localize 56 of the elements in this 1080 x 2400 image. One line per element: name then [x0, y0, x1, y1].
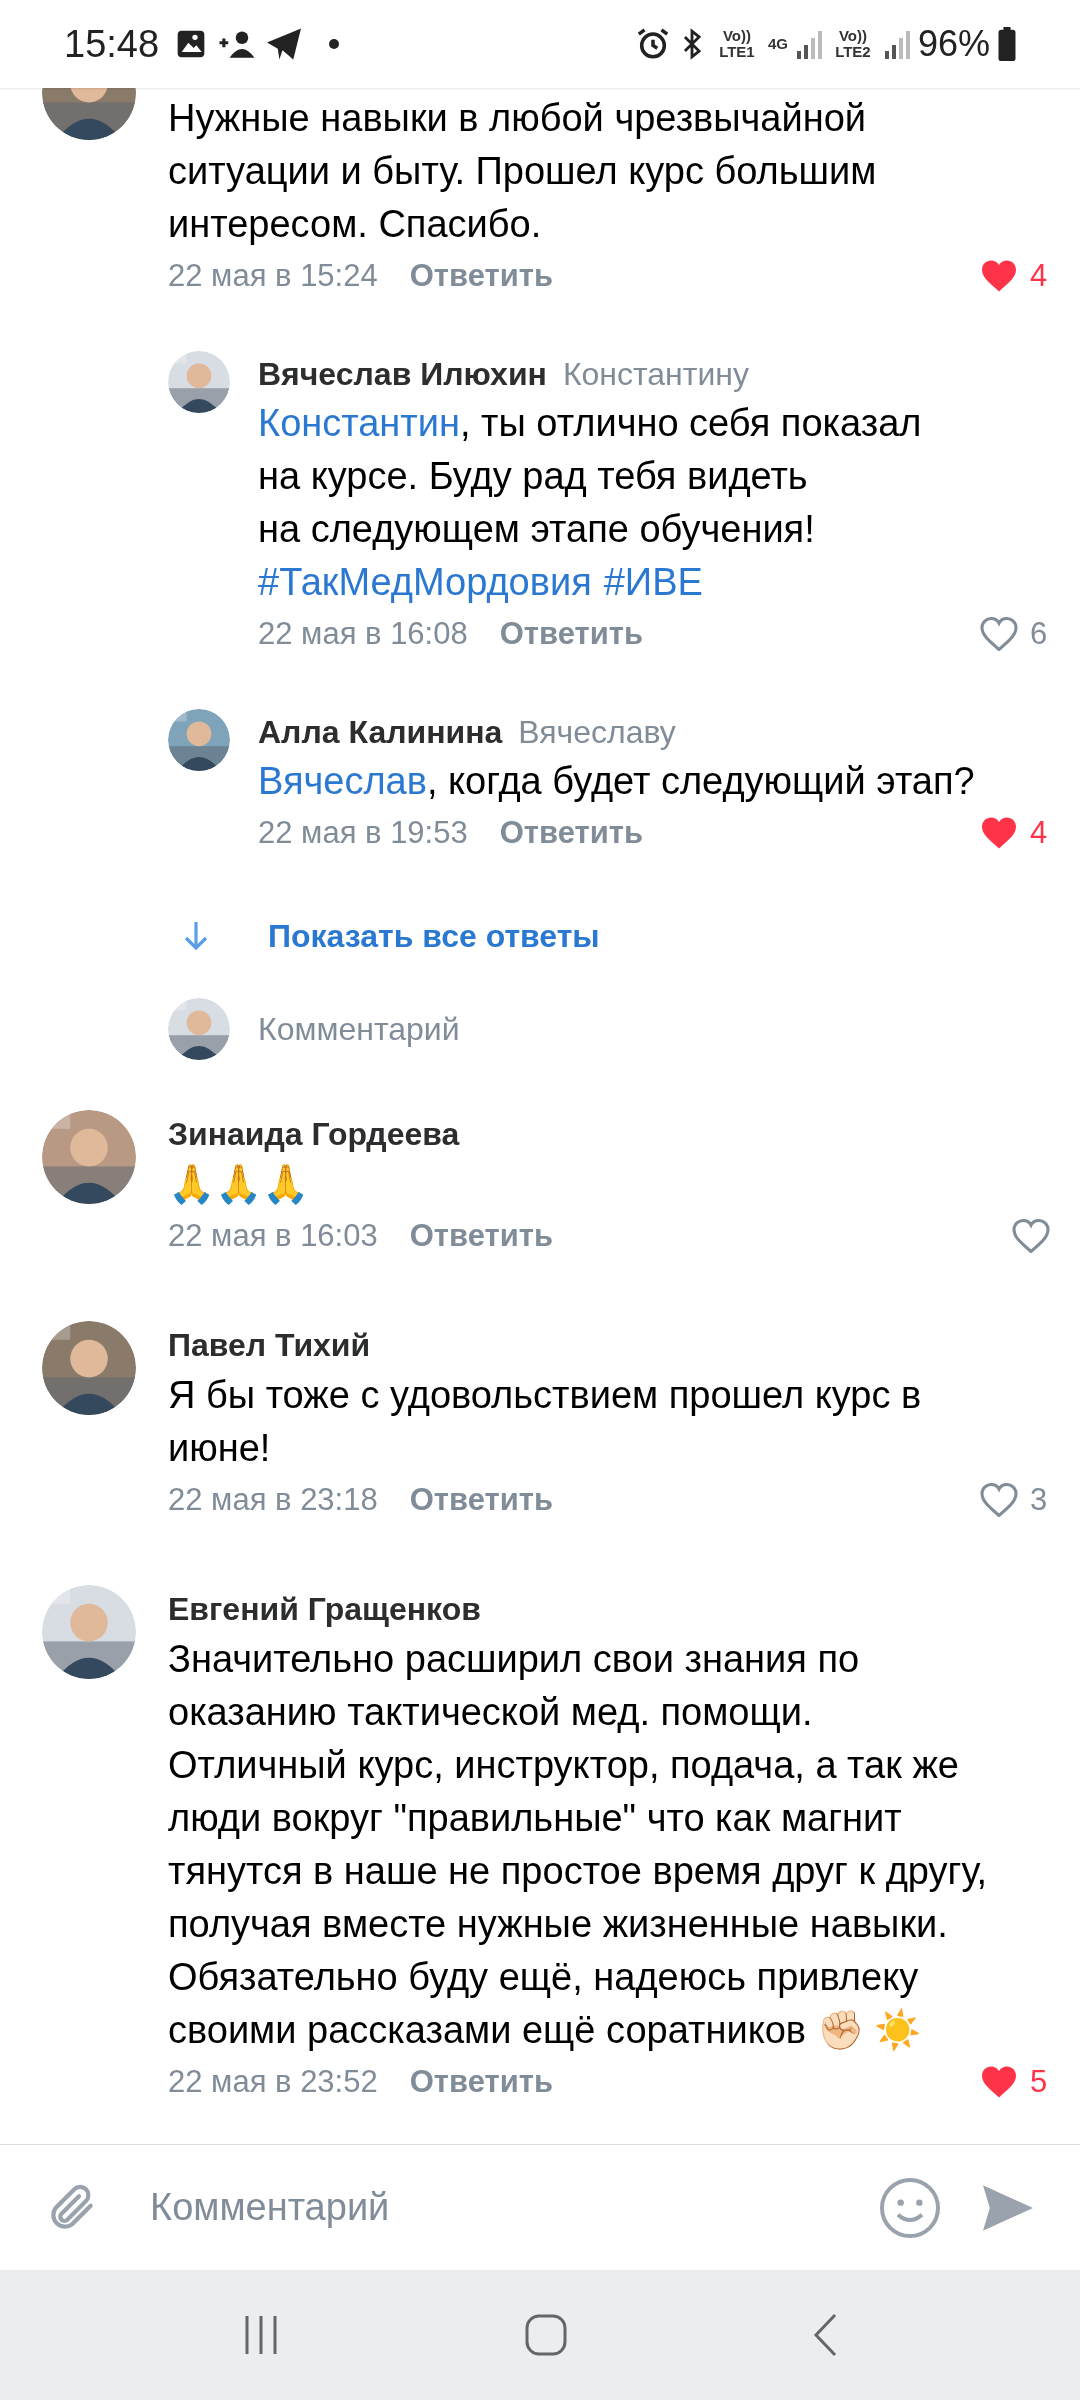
comment-text: 🙏🙏🙏	[168, 1162, 310, 1207]
reply-link[interactable]: Ответить	[499, 809, 643, 857]
author-name[interactable]: Павел Тихий	[168, 1321, 1080, 1369]
comment-text: Значительно расширил свои знания по оказанию тактической мед. помощи. Отличный курс, инструктор, подача, а так же люди вокруг "правильные" что как магнит тянутся в наше не простое время друг к другу, получая вместе нужные жизненные навыки. Обязательно буду ещё, надеюсь привлеку своими рассказами ещё соратников ✊🏻 ☀	[168, 1637, 989, 2053]
reply-link[interactable]: Ответить	[499, 610, 643, 658]
clock: 15:48	[64, 21, 160, 67]
heart-icon[interactable]	[1012, 1219, 1050, 1253]
show-all-replies-button[interactable]: Показать все ответы	[268, 912, 600, 960]
emoji-icon[interactable]	[878, 2175, 942, 2240]
author-name[interactable]: Алла Калинина	[258, 708, 503, 756]
comment-text: Я бы тоже с удовольствием прошел курс в июне!	[168, 1373, 923, 1471]
home-icon[interactable]	[524, 2313, 568, 2357]
reply-link[interactable]: Ответить	[409, 1476, 553, 1524]
author-name[interactable]: Вячеслав Илюхин	[258, 350, 547, 398]
battery-percent: 96%	[917, 22, 990, 66]
like-count: 4	[1030, 256, 1049, 295]
reply-input-field[interactable]: Комментарий	[258, 1005, 858, 1053]
like-count: 3	[1030, 1480, 1049, 1519]
heart-icon[interactable]	[980, 259, 1018, 293]
comment-date: 22 мая в 23:18	[168, 1480, 378, 1519]
mention-link[interactable]: Константин	[258, 402, 460, 444]
alarm-icon	[635, 27, 670, 61]
author-name[interactable]: Евгений Гращенков	[168, 1585, 1080, 1633]
battery-icon	[998, 27, 1016, 61]
comment-input-field[interactable]: Комментарий	[150, 2179, 878, 2236]
network-label: Vo)) LTE1	[718, 28, 756, 60]
reply-link[interactable]: Ответить	[409, 1212, 553, 1260]
reply-to: Константину	[562, 355, 749, 394]
hashtag-link[interactable]: #ИВЕ	[603, 556, 703, 609]
author-name[interactable]: Зинаида Гордеева	[168, 1110, 1080, 1158]
comment-date: 22 мая в 23:52	[168, 2062, 378, 2101]
heart-icon[interactable]	[980, 1483, 1018, 1517]
arrow-down-icon[interactable]	[182, 920, 210, 952]
heart-icon[interactable]	[980, 2065, 1018, 2099]
comment-date: 22 мая в 16:08	[258, 614, 468, 653]
reply-link[interactable]: Ответить	[409, 252, 553, 300]
signal-icon	[883, 29, 910, 59]
mention-link[interactable]: Вячеслав	[258, 760, 427, 802]
reply-text: Вячеслав, когда будет следующий этап?	[258, 759, 976, 804]
comment-date: 22 мая в 19:53	[258, 813, 468, 852]
data-label: 4G	[767, 33, 788, 54]
signal-icon	[795, 29, 822, 59]
comment-date: 22 мая в 16:03	[168, 1216, 378, 1255]
comment-text: Нужные навыки в любой чрезвычайной ситуации и быту. Прошел курс большим интересом. Спасибо.	[168, 96, 878, 247]
reply-to: Вячеславу	[518, 713, 676, 752]
hashtag-link[interactable]: #ТакМедМордовия	[258, 556, 592, 609]
reply-link[interactable]: Ответить	[409, 2058, 553, 2106]
reply-text: Константин, ты отлично себя показал на курсе. Буду рад тебя видеть на следующем этапе обучения!	[258, 401, 923, 552]
dot-icon	[329, 39, 340, 49]
like-count: 6	[1030, 614, 1049, 653]
network-label: Vo)) LTE2	[834, 28, 872, 60]
like-count: 4	[1030, 813, 1049, 852]
like-count: 5	[1030, 2062, 1049, 2101]
heart-icon[interactable]	[980, 617, 1018, 651]
heart-icon[interactable]	[980, 816, 1018, 850]
comment-date: 22 мая в 15:24	[168, 256, 378, 295]
